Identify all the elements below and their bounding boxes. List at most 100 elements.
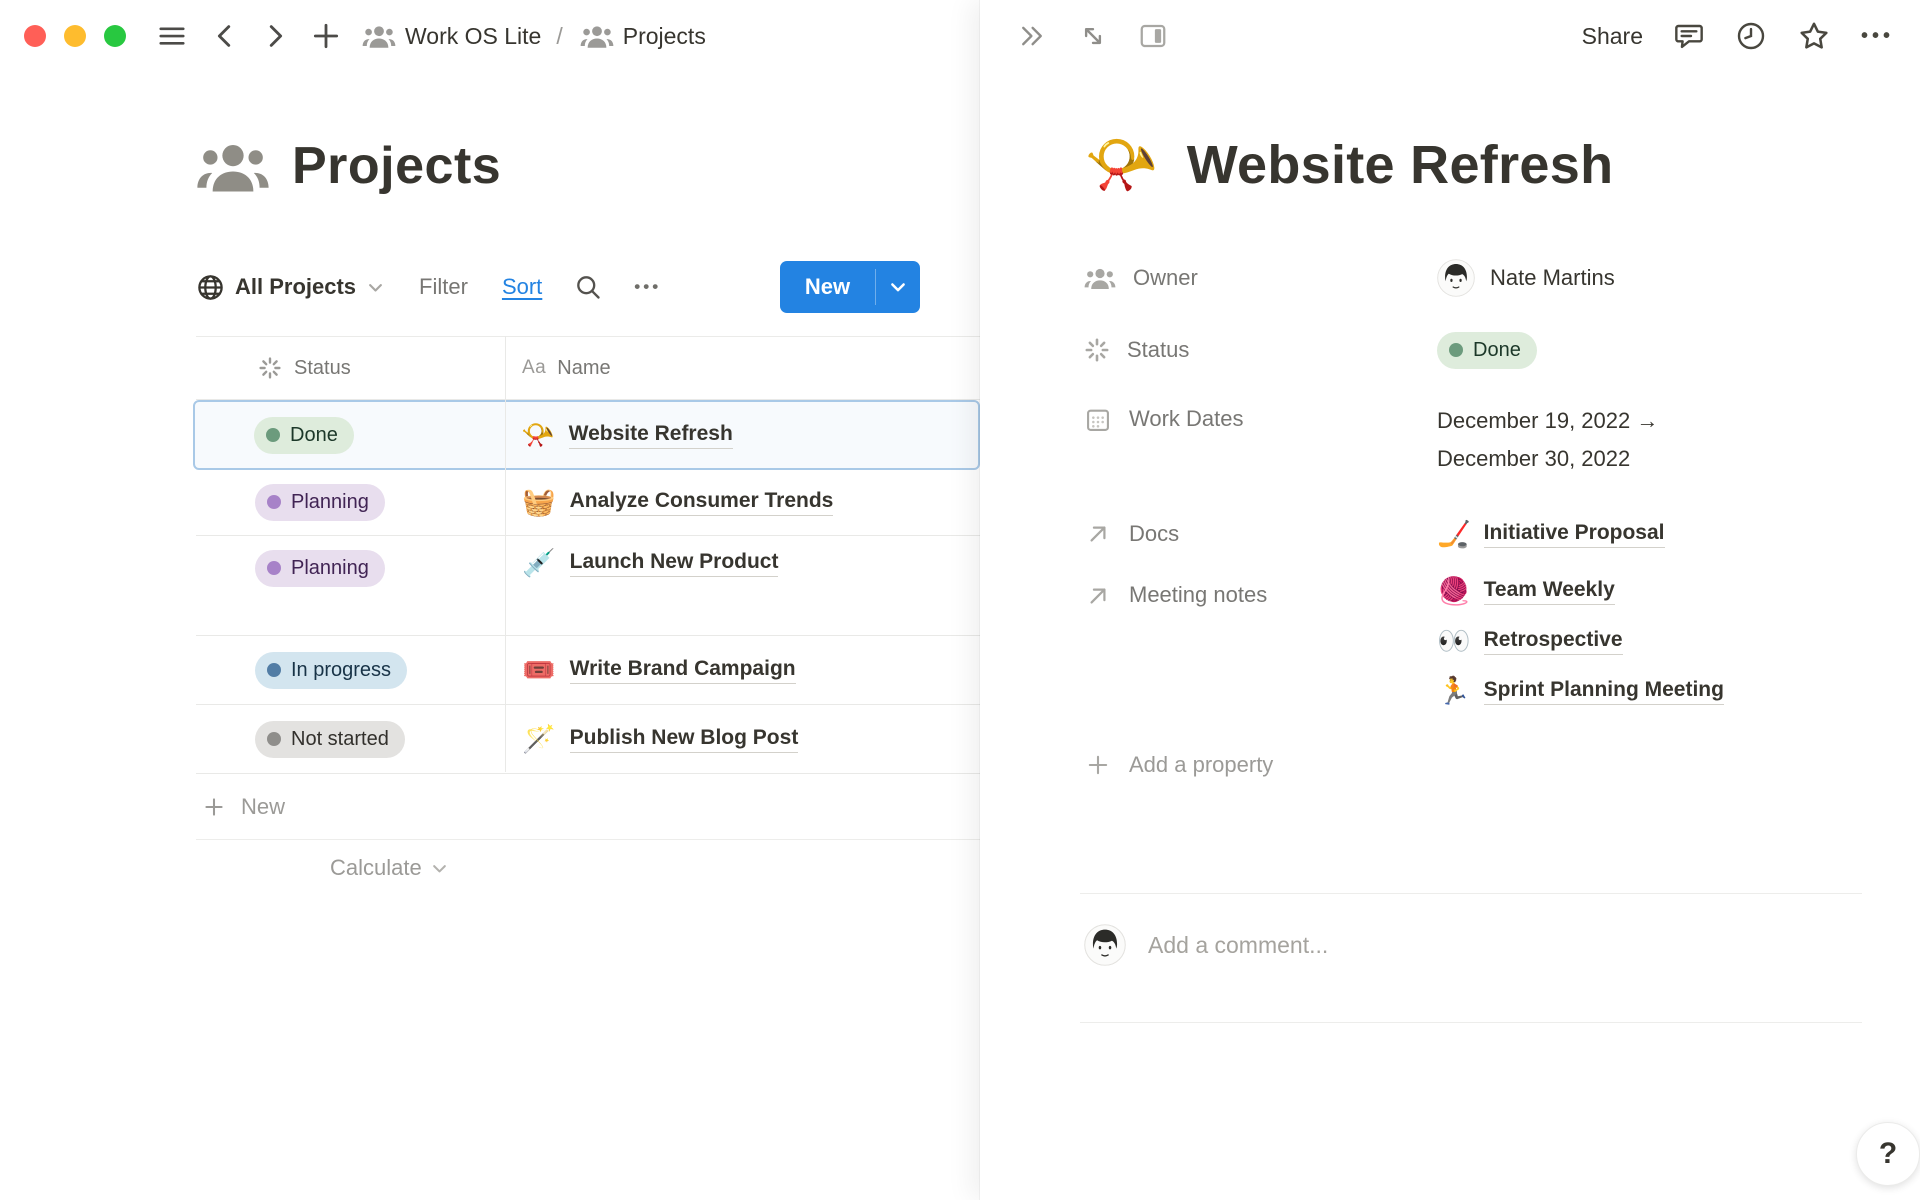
work-dates-value[interactable]: December 19, 2022 → December 30, 2022 — [1437, 402, 1884, 478]
database-toolbar: All Projects Filter Sort ••• New — [196, 258, 920, 316]
status-dot — [267, 732, 281, 746]
comment-section — [1084, 924, 1860, 966]
new-button-label[interactable]: New — [780, 261, 875, 313]
sort-button[interactable]: Sort — [502, 274, 542, 300]
column-header-label: Name — [557, 357, 610, 380]
name-cell[interactable]: 🧺 Analyze Consumer Trends — [505, 489, 980, 516]
page-emoji[interactable]: 📯 — [1084, 135, 1159, 195]
chevron-left-icon — [210, 20, 240, 52]
filter-button[interactable]: Filter — [419, 274, 468, 300]
column-header-name[interactable]: Aa Name — [505, 357, 980, 380]
side-peek-icon — [1138, 21, 1168, 51]
page-emoji: 🏒 — [1437, 521, 1471, 548]
name-cell[interactable]: 💉 Launch New Product — [505, 536, 980, 577]
table-row[interactable]: Planning 💉 Launch New Product — [196, 536, 980, 636]
chevron-down-icon — [430, 859, 449, 878]
relation-link[interactable]: 🏒 Initiative Proposal — [1437, 521, 1665, 548]
status-value[interactable]: Done — [1437, 324, 1884, 376]
zoom-window-button[interactable] — [104, 25, 126, 47]
status-cell[interactable]: In progress — [196, 652, 505, 689]
new-row-button[interactable]: New — [196, 774, 980, 840]
forward-button[interactable] — [260, 20, 290, 52]
arrow-up-right-icon — [1084, 520, 1112, 548]
status-badge[interactable]: Done — [1437, 332, 1537, 369]
page-link[interactable]: Website Refresh — [569, 422, 733, 449]
more-button[interactable]: ••• — [634, 277, 661, 297]
hamburger-icon — [154, 21, 190, 51]
new-page-button[interactable] — [310, 20, 342, 52]
projects-table: Status Aa Name Done 📯 Website Refresh Pl… — [196, 336, 980, 896]
plus-icon — [310, 20, 342, 52]
property-row-owner[interactable]: Owner Nate Martins — [1084, 250, 1884, 306]
status-dot — [267, 495, 281, 509]
status-badge[interactable]: In progress — [255, 652, 407, 689]
name-cell[interactable]: 🪄 Publish New Blog Post — [505, 726, 980, 753]
status-badge[interactable]: Planning — [255, 550, 385, 587]
page-link[interactable]: Team Weekly — [1484, 578, 1615, 605]
page-link[interactable]: Publish New Blog Post — [570, 726, 799, 753]
page-link[interactable]: Retrospective — [1484, 628, 1623, 655]
add-property-button[interactable]: Add a property — [1084, 741, 1884, 789]
status-badge[interactable]: Planning — [255, 484, 385, 521]
status-badge[interactable]: Done — [254, 417, 354, 454]
property-row-docs[interactable]: Docs 🏒 Initiative Proposal — [1084, 520, 1884, 548]
menu-button[interactable] — [154, 21, 190, 51]
property-row-meeting-notes[interactable]: Meeting notes 🧶 Team Weekly 👀 Retrospect… — [1084, 578, 1884, 705]
breadcrumb: Work OS Lite / Projects — [362, 23, 706, 50]
more-button[interactable]: ••• — [1861, 25, 1894, 48]
chevron-right-icon — [260, 20, 290, 52]
table-header-row: Status Aa Name — [196, 336, 980, 400]
expand-page-button[interactable] — [1078, 21, 1108, 51]
breadcrumb-page[interactable]: Projects — [623, 23, 706, 50]
property-row-work-dates[interactable]: Work Dates December 19, 2022 → December … — [1084, 402, 1884, 478]
status-cell[interactable]: Not started — [196, 721, 505, 758]
relation-link[interactable]: 🏃 Sprint Planning Meeting — [1437, 678, 1724, 705]
property-row-status[interactable]: Status Done — [1084, 324, 1884, 376]
double-chevron-right-icon — [1016, 21, 1048, 51]
new-button[interactable]: New — [780, 261, 920, 313]
star-icon — [1797, 19, 1831, 53]
share-button[interactable]: Share — [1582, 23, 1643, 50]
table-row[interactable]: In progress 🎟️ Write Brand Campaign — [196, 636, 980, 705]
status-cell[interactable]: Planning — [196, 484, 505, 521]
search-button[interactable] — [574, 273, 602, 301]
new-button-dropdown[interactable] — [876, 261, 920, 313]
page-link[interactable]: Analyze Consumer Trends — [570, 489, 834, 516]
relation-link[interactable]: 🧶 Team Weekly — [1437, 578, 1724, 605]
page-link[interactable]: Write Brand Campaign — [570, 657, 796, 684]
column-header-status[interactable]: Status — [196, 356, 505, 380]
breadcrumb-workspace[interactable]: Work OS Lite — [405, 23, 541, 50]
name-cell[interactable]: 🎟️ Write Brand Campaign — [505, 657, 980, 684]
comment-input[interactable] — [1148, 932, 1860, 959]
relation-link[interactable]: 👀 Retrospective — [1437, 628, 1724, 655]
people-icon[interactable] — [196, 138, 270, 194]
status-badge[interactable]: Not started — [255, 721, 405, 758]
view-selector[interactable]: All Projects — [196, 273, 385, 302]
minimize-window-button[interactable] — [64, 25, 86, 47]
status-cell[interactable]: Planning — [196, 536, 505, 587]
search-icon — [574, 273, 602, 301]
page-link[interactable]: Sprint Planning Meeting — [1484, 678, 1724, 705]
table-row[interactable]: Planning 🧺 Analyze Consumer Trends — [196, 470, 980, 536]
back-button[interactable] — [210, 20, 240, 52]
close-window-button[interactable] — [24, 25, 46, 47]
page-link[interactable]: Launch New Product — [570, 550, 779, 577]
table-row[interactable]: Not started 🪄 Publish New Blog Post — [196, 705, 980, 774]
favorite-button[interactable] — [1797, 19, 1831, 53]
text-type-icon: Aa — [522, 357, 546, 379]
comments-button[interactable] — [1673, 20, 1705, 52]
close-peek-button[interactable] — [1016, 21, 1048, 51]
history-button[interactable] — [1735, 20, 1767, 52]
chevron-down-icon — [888, 277, 908, 297]
owner-value[interactable]: Nate Martins — [1437, 250, 1884, 306]
help-button[interactable]: ? — [1856, 1122, 1920, 1186]
page-title[interactable]: Website Refresh — [1187, 134, 1614, 196]
name-cell[interactable]: 📯 Website Refresh — [504, 422, 978, 449]
side-peek-button[interactable] — [1138, 21, 1168, 51]
table-row-selected[interactable]: Done 📯 Website Refresh — [193, 400, 980, 470]
status-cell[interactable]: Done — [195, 417, 504, 454]
page-link[interactable]: Initiative Proposal — [1484, 521, 1665, 548]
page-emoji: 🎟️ — [522, 657, 556, 684]
traffic-lights — [24, 25, 126, 47]
calculate-button[interactable]: Calculate — [196, 840, 980, 896]
